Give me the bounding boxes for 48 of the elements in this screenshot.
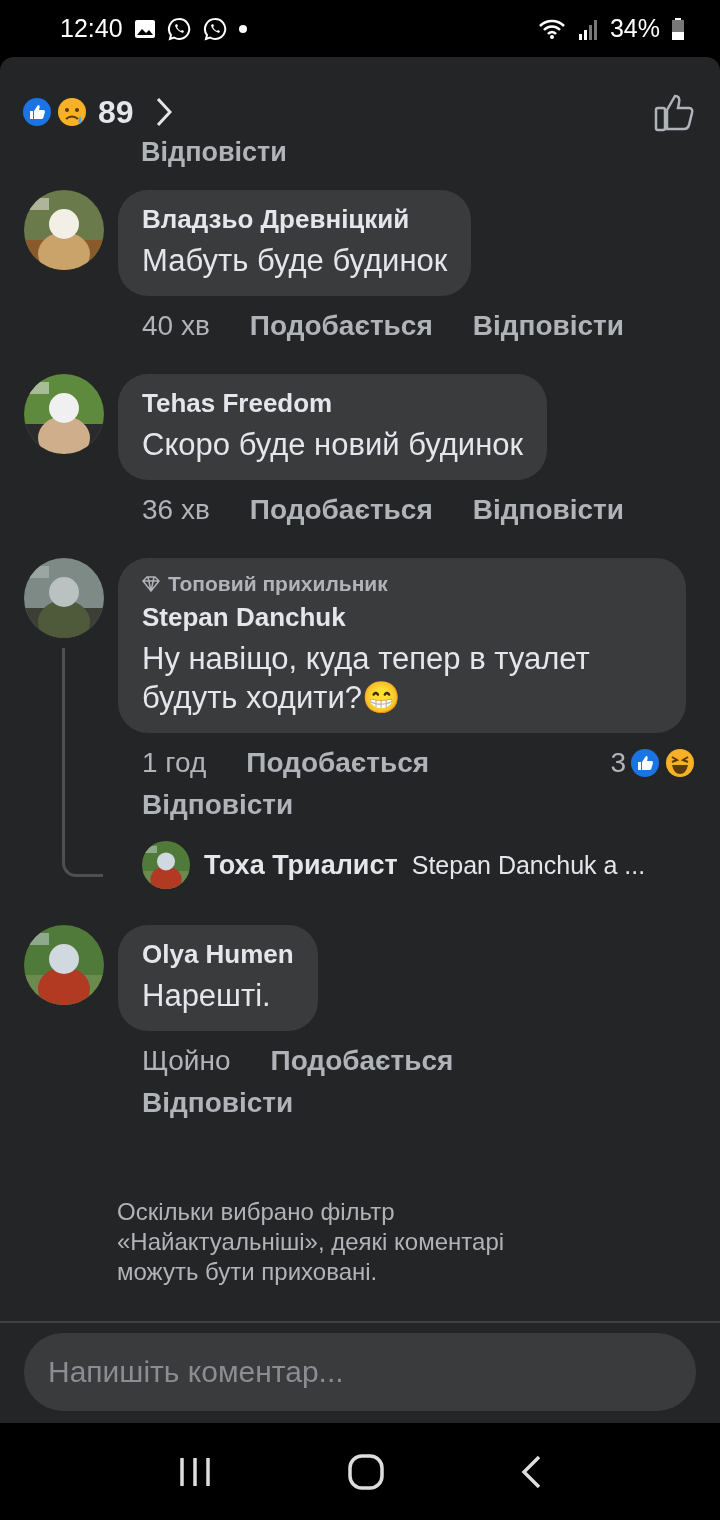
like-link[interactable]: Подобається [270, 1045, 454, 1077]
signal-icon [577, 17, 598, 40]
like-reaction-icon [630, 748, 660, 778]
reply-link[interactable]: Відповісти [142, 789, 294, 821]
diamond-icon [142, 576, 160, 592]
comment-text: Мабуть буде будинок [142, 242, 448, 280]
comment-text: Скоро буде новий будинок [142, 426, 524, 464]
battery-text: 34% [609, 14, 660, 43]
reply-link[interactable]: Відповісти [472, 310, 624, 342]
image-icon [134, 19, 155, 38]
wifi-icon [537, 17, 566, 40]
home-icon[interactable] [348, 1453, 384, 1490]
reply-link[interactable]: Відповісти [141, 137, 287, 167]
author-name[interactable]: Olya Humen [142, 939, 294, 970]
time-text: Щойно [142, 1045, 231, 1077]
phone-chat-icon [202, 16, 227, 41]
author-name[interactable]: Владзьо Древніцкий [142, 204, 448, 235]
laughing-face-icon [664, 747, 696, 779]
recent-apps-icon[interactable] [178, 1455, 212, 1488]
reaction-count[interactable]: 3 [610, 747, 626, 779]
filter-notice: Оскільки вибрано фільтр «Найактуальніші», деякі коментарі можуть бути приховані. [116, 1197, 506, 1287]
reply-author[interactable]: Тоха Триалист [204, 849, 398, 881]
back-icon[interactable] [520, 1454, 542, 1489]
author-name[interactable]: Tehas Freedom [142, 388, 524, 419]
reply-link[interactable]: Відповісти [472, 494, 624, 526]
like-link[interactable]: Подобається [249, 310, 433, 342]
grin-emoji: 😁 [361, 680, 401, 715]
reply-preview-text[interactable]: Stepan Danchuk а ... [411, 850, 646, 880]
time-text: 40 хв [142, 310, 210, 342]
thumbs-up-icon[interactable] [654, 92, 696, 132]
phone-chat-icon [166, 16, 191, 41]
like-link[interactable]: Подобається [249, 494, 433, 526]
sad-face-icon [56, 96, 88, 128]
comment-field[interactable]: Напишіть коментар... [24, 1333, 696, 1411]
badge-text: Топовий прихильник [168, 572, 388, 596]
chevron-right-icon[interactable] [155, 97, 172, 127]
like-link[interactable]: Подобається [246, 747, 430, 779]
author-name[interactable]: Stepan Danchuk [142, 602, 662, 633]
comment-text: Нарешті. [142, 977, 272, 1015]
battery-icon [672, 17, 684, 40]
reply-link[interactable]: Відповісти [142, 1087, 294, 1119]
comment-text: Ну навіщо, куда тепер в туалет будуть ходити?😁 [142, 640, 591, 717]
clock-text: 12:40 [60, 14, 123, 43]
like-reaction-icon [22, 97, 52, 127]
reaction-count[interactable]: 89 [98, 93, 134, 131]
dot-icon [238, 24, 247, 33]
time-text: 36 хв [142, 494, 210, 526]
time-text: 1 год [142, 747, 207, 779]
